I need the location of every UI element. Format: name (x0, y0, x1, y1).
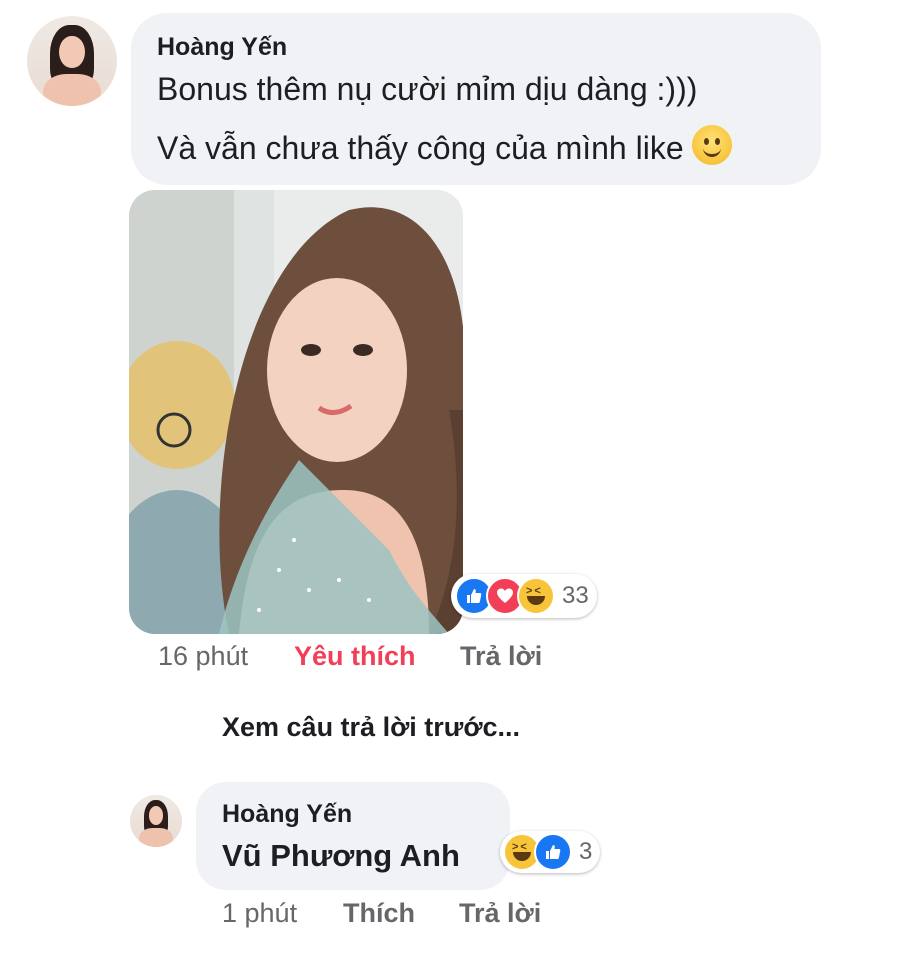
reply-author-avatar[interactable] (130, 795, 182, 847)
reply-reaction-count: 3 (579, 838, 593, 865)
slightly-smiling-face-icon (691, 125, 732, 165)
reply-button[interactable]: Trả lời (459, 898, 541, 929)
love-button[interactable]: Yêu thích (294, 641, 416, 672)
comment-text-line-2: Và vẫn chưa thấy công của mình like (157, 125, 732, 167)
comment-bubble: Hoàng Yến Bonus thêm nụ cười mỉm dịu dàn… (131, 13, 821, 185)
comment-timestamp[interactable]: 16 phút (158, 641, 248, 672)
reply-author[interactable]: Hoàng Yến (222, 800, 352, 829)
reply-timestamp[interactable]: 1 phút (222, 898, 297, 929)
like-button[interactable]: Thích (343, 898, 415, 929)
view-previous-replies-link[interactable]: Xem câu trả lời trước... (222, 712, 520, 743)
reply-bubble: Hoàng Yến Vũ Phương Anh (196, 782, 510, 890)
comment-text-line-2-text: Và vẫn chưa thấy công của mình like (157, 130, 684, 166)
comment-author[interactable]: Hoàng Yến (157, 33, 287, 62)
haha-reaction-icon: >< (517, 577, 555, 615)
like-reaction-icon (534, 833, 572, 871)
reaction-summary[interactable]: >< 33 (451, 574, 597, 618)
photo-image (129, 190, 463, 634)
reaction-count: 33 (562, 582, 589, 609)
author-avatar[interactable] (27, 16, 117, 106)
mentioned-user-tag[interactable]: Vũ Phương Anh (222, 838, 460, 874)
comment-photo[interactable] (129, 190, 463, 634)
reply-reaction-summary[interactable]: >< 3 (500, 831, 601, 873)
reply-button[interactable]: Trả lời (460, 641, 542, 672)
comment-text-line-1: Bonus thêm nụ cười mỉm dịu dàng :))) (157, 71, 698, 107)
